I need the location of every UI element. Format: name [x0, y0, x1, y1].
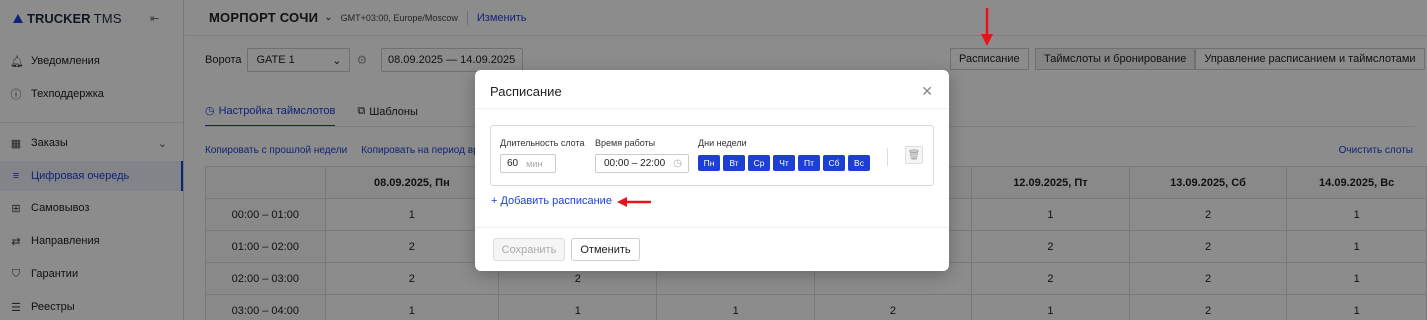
- divider: [475, 108, 949, 109]
- work-time-value: 00:00 – 22:00: [604, 158, 666, 169]
- annotation-arrow-left: [617, 197, 651, 207]
- weekday-toggle-tue[interactable]: Вт: [723, 155, 745, 171]
- weekday-toggle-thu[interactable]: Чт: [773, 155, 795, 171]
- work-time-label: Время работы: [595, 138, 656, 148]
- weekday-toggle-mon[interactable]: Пн: [698, 155, 720, 171]
- slot-duration-label: Длительность слота: [500, 138, 585, 148]
- delete-schedule-button[interactable]: 🗑︎: [905, 146, 923, 164]
- weekday-selector: Пн Вт Ср Чт Пт Сб Вс: [698, 155, 870, 171]
- divider: [887, 148, 888, 166]
- weekday-toggle-sun[interactable]: Вс: [848, 155, 870, 171]
- slot-duration-unit: мин: [526, 158, 543, 169]
- weekday-toggle-fri[interactable]: Пт: [798, 155, 820, 171]
- slot-duration-value: 60: [507, 158, 519, 169]
- save-button[interactable]: Сохранить: [493, 238, 565, 261]
- weekdays-label: Дни недели: [698, 138, 747, 148]
- trash-icon: 🗑︎: [907, 149, 921, 161]
- slot-duration-input[interactable]: 60 мин: [500, 154, 556, 173]
- weekday-toggle-sat[interactable]: Сб: [823, 155, 845, 171]
- modal-title: Расписание: [490, 84, 562, 99]
- schedule-entry: Длительность слота 60 мин Время работы 0…: [490, 125, 934, 186]
- work-time-input[interactable]: 00:00 – 22:00 ◷: [595, 154, 689, 173]
- annotation-arrow-down: [981, 8, 993, 46]
- clock-icon: ◷: [673, 158, 682, 169]
- weekday-toggle-wed[interactable]: Ср: [748, 155, 770, 171]
- divider: [475, 227, 949, 228]
- cancel-button[interactable]: Отменить: [571, 238, 640, 261]
- schedule-modal: Расписание ✕ Длительность слота 60 мин В…: [475, 70, 949, 271]
- add-schedule-link[interactable]: + Добавить расписание: [491, 195, 612, 207]
- close-icon[interactable]: ✕: [921, 83, 933, 100]
